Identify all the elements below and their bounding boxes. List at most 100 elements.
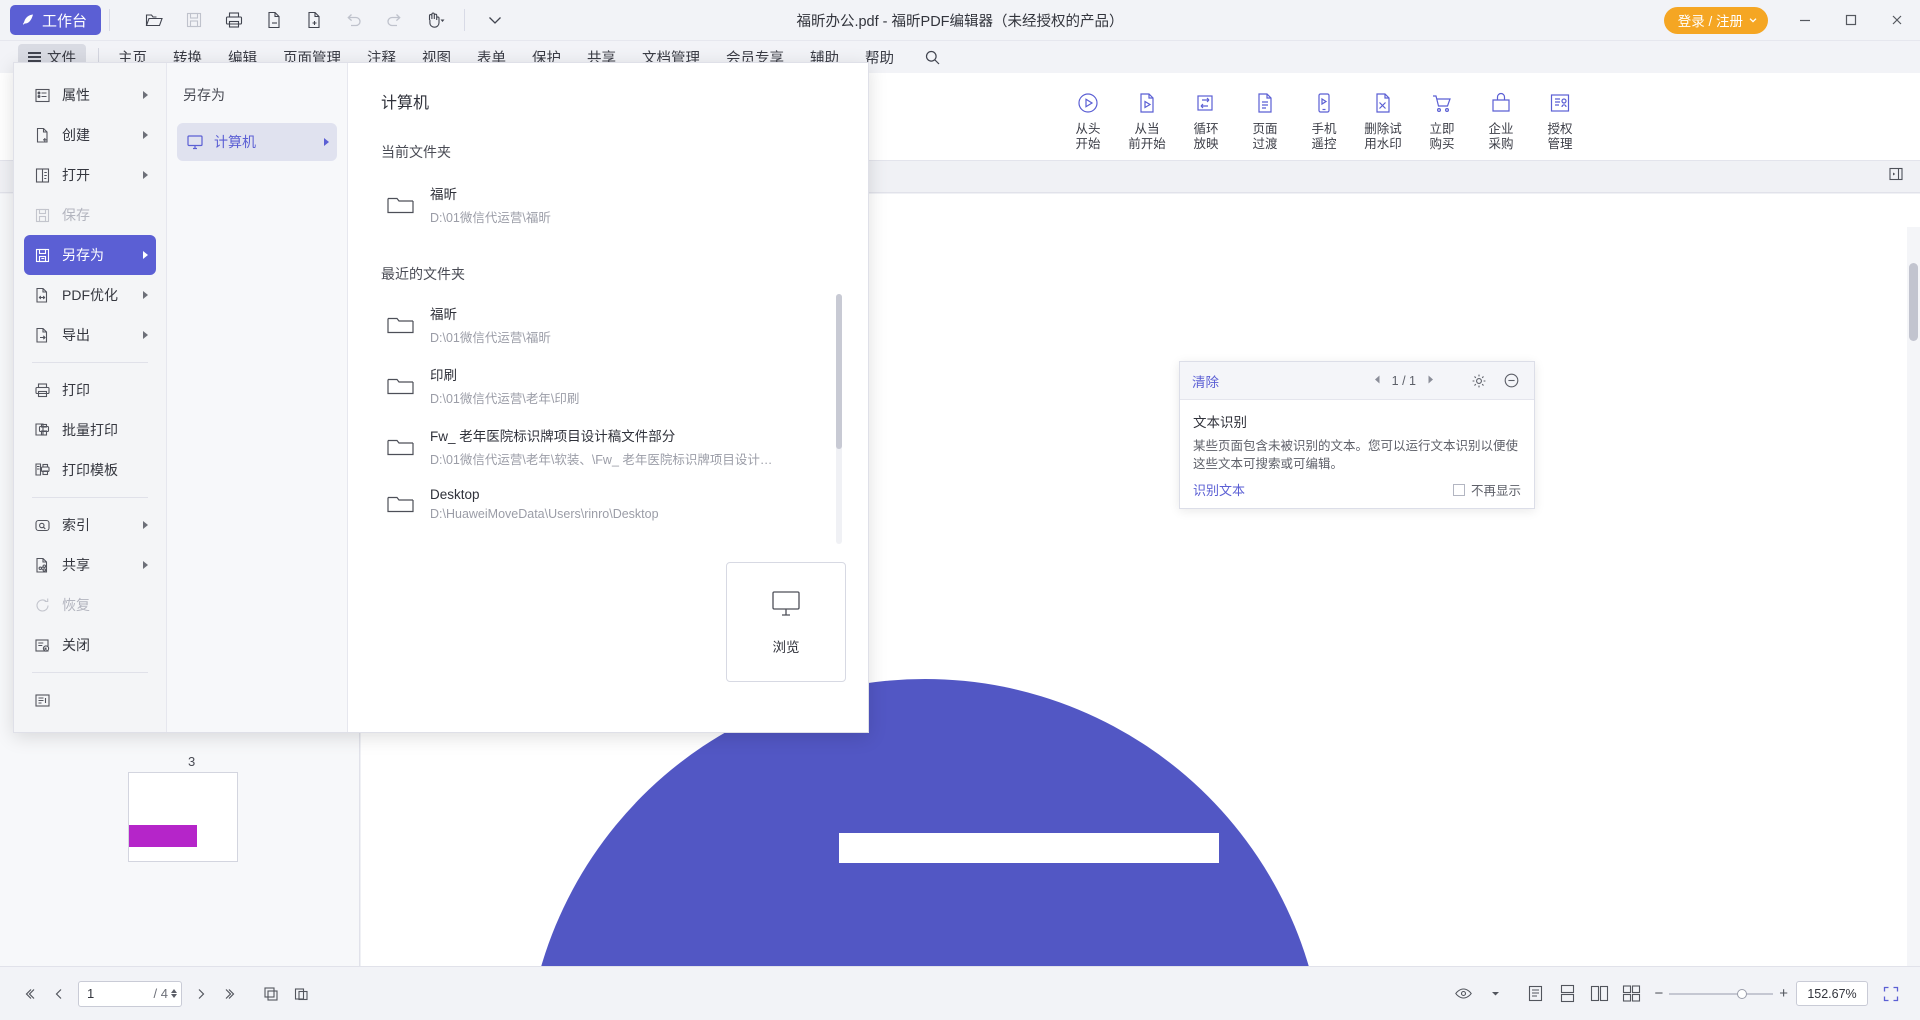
destination-computer[interactable]: 计算机: [177, 123, 337, 161]
save-icon[interactable]: [176, 4, 212, 36]
page-minus-icon[interactable]: [256, 4, 292, 36]
file-menu-item-pdf-optimize[interactable]: PDF优化: [24, 275, 156, 315]
current-folder-row[interactable]: 福昕 D:\01微信代运营\福昕: [348, 174, 832, 235]
folder-path: D:\HuaweiMoveData\Users\rinro\Desktop: [430, 507, 659, 521]
view-mode-icon[interactable]: [1448, 979, 1478, 1009]
recent-folder-row[interactable]: 印刷 D:\01微信代运营\老年\印刷: [348, 355, 832, 416]
file-menu-item-export[interactable]: 导出: [24, 315, 156, 355]
folder-icon: [385, 431, 417, 463]
checkbox-box[interactable]: [1452, 483, 1465, 496]
first-page-icon[interactable]: [14, 979, 44, 1009]
zoom-out-button[interactable]: −: [1654, 985, 1663, 1002]
login-register-button[interactable]: 登录 / 注册: [1663, 6, 1768, 34]
copy-page-icon[interactable]: [256, 979, 286, 1009]
ribbon-button-enterprise[interactable]: 企业 采购: [1473, 79, 1529, 155]
maximize-icon[interactable]: [1828, 0, 1874, 41]
vertical-scrollbar-thumb[interactable]: [1909, 263, 1918, 341]
file-menu-label: 打印: [62, 382, 90, 398]
minus-circle-icon[interactable]: [1500, 372, 1522, 389]
fullscreen-icon[interactable]: [1876, 979, 1906, 1009]
ribbon-button-from-current[interactable]: 从当 前开始: [1119, 79, 1175, 155]
recent-list-scrollbar-thumb[interactable]: [836, 294, 842, 449]
file-menu-item-share[interactable]: 共享: [24, 545, 156, 585]
facing-continuous-icon[interactable]: [1616, 979, 1646, 1009]
file-menu-item-preferences[interactable]: [24, 680, 156, 720]
ribbon-button-phone-remote[interactable]: 手机 遥控: [1296, 79, 1352, 155]
expand-panel-icon[interactable]: [1888, 166, 1904, 187]
file-menu-item-print[interactable]: 打印: [24, 370, 156, 410]
file-menu-item-save-as[interactable]: 另存为: [24, 235, 156, 275]
search-icon[interactable]: [917, 49, 947, 66]
folder-name: 福昕: [430, 187, 457, 202]
paste-page-icon[interactable]: [286, 979, 316, 1009]
continuous-icon[interactable]: [1552, 979, 1582, 1009]
zoom-slider[interactable]: − +: [1654, 985, 1788, 1002]
single-page-icon[interactable]: [1520, 979, 1550, 1009]
panel-pager: 1 / 1: [1372, 374, 1436, 388]
prev-page-icon[interactable]: [44, 979, 74, 1009]
gear-icon[interactable]: [1468, 373, 1490, 389]
page-stepper[interactable]: [171, 989, 177, 998]
open-icon[interactable]: [136, 4, 172, 36]
customize-toolbar-icon[interactable]: [477, 4, 513, 36]
recent-folders-heading: 最近的文件夹: [381, 266, 465, 282]
workbench-button[interactable]: 工作台: [10, 5, 102, 35]
last-page-icon[interactable]: [216, 979, 246, 1009]
recent-folder-row[interactable]: Fw_ 老年医院标识牌项目设计稿文件部分 D:\01微信代运营\老年\软装、\F…: [348, 416, 832, 477]
minimize-icon[interactable]: [1782, 0, 1828, 41]
folder-text: 福昕 D:\01微信代运营\福昕: [430, 303, 551, 346]
zoom-value-input[interactable]: 152.67%: [1796, 981, 1868, 1006]
ribbon-label: 手机 遥控: [1311, 121, 1337, 151]
browse-button[interactable]: 浏览: [726, 562, 846, 682]
stepper-up[interactable]: [171, 989, 177, 993]
print-icon[interactable]: [216, 4, 252, 36]
file-menu-left-list: 属性 创建 打开 保存 另存为 PDF优化 导出 打印 批量打印 打印模板 索引…: [14, 63, 166, 732]
zoom-in-button[interactable]: +: [1779, 985, 1788, 1002]
page-number-input[interactable]: 1 / 4: [78, 980, 182, 1007]
folder-text: 印刷 D:\01微信代运营\老年\印刷: [430, 364, 579, 407]
ribbon-button-buy-now[interactable]: 立即 购买: [1414, 79, 1470, 155]
file-menu-item-create[interactable]: 创建: [24, 115, 156, 155]
close-icon[interactable]: [1874, 0, 1920, 41]
page-current[interactable]: 1: [87, 986, 154, 1001]
file-menu-item-close[interactable]: 关闭: [24, 625, 156, 665]
file-menu-item-open[interactable]: 打开: [24, 155, 156, 195]
recent-folder-row[interactable]: 福昕 D:\01微信代运营\福昕: [348, 294, 832, 355]
next-page-icon[interactable]: [186, 979, 216, 1009]
ribbon-label: 立即 购买: [1429, 121, 1455, 151]
zoom-track[interactable]: [1669, 988, 1774, 999]
file-menu-item-properties[interactable]: 属性: [24, 75, 156, 115]
file-menu-label: 打印模板: [62, 462, 118, 478]
folder-path: D:\01微信代运营\福昕: [430, 211, 551, 225]
stepper-down[interactable]: [171, 994, 177, 998]
undo-icon[interactable]: [336, 4, 372, 36]
ribbon-button-remove-watermark[interactable]: 删除试 用水印: [1355, 79, 1411, 155]
ribbon-button-license[interactable]: 授权 管理: [1532, 79, 1588, 155]
recent-folder-row[interactable]: Desktop D:\HuaweiMoveData\Users\rinro\De…: [348, 477, 832, 530]
facing-icon[interactable]: [1584, 979, 1614, 1009]
text-recognition-body: 文本识别 某些页面包含未被识别的文本。您可以运行文本识别以便使这些文本可搜索或可…: [1180, 400, 1534, 499]
title-bar: 工作台 福昕办公.pdf - 福昕PDF编辑器（未经授权的产品） 登录 / 注册: [0, 0, 1920, 41]
file-menu-item-batch-print[interactable]: 批量打印: [24, 410, 156, 450]
redo-icon[interactable]: [376, 4, 412, 36]
folder-text: 福昕 D:\01微信代运营\福昕: [430, 183, 551, 226]
view-mode-dropdown-icon[interactable]: [1480, 979, 1510, 1009]
recognize-text-link[interactable]: 识别文本: [1193, 480, 1245, 499]
ribbon-button-from-start[interactable]: 从头 开始: [1060, 79, 1116, 155]
ribbon-button-loop[interactable]: 循环 放映: [1178, 79, 1234, 155]
hand-tool-icon[interactable]: [416, 4, 452, 36]
zoom-knob[interactable]: [1737, 988, 1748, 999]
dont-show-again-checkbox[interactable]: 不再显示: [1452, 480, 1521, 499]
vertical-scrollbar-track[interactable]: [1907, 227, 1920, 966]
ribbon-button-page-transition[interactable]: 页面 过渡: [1237, 79, 1293, 155]
panel-footer: 识别文本 不再显示: [1193, 480, 1521, 499]
prev-arrow-icon[interactable]: [1372, 374, 1383, 388]
chevron-right-icon: [143, 331, 148, 339]
page-plus-icon[interactable]: [296, 4, 332, 36]
toolbar-divider-2: [464, 9, 466, 31]
file-menu-item-print-template[interactable]: 打印模板: [24, 450, 156, 490]
thumbnail-item[interactable]: [128, 772, 238, 862]
clear-button[interactable]: 清除: [1192, 371, 1219, 391]
next-arrow-icon[interactable]: [1425, 374, 1436, 388]
file-menu-item-index[interactable]: 索引: [24, 505, 156, 545]
